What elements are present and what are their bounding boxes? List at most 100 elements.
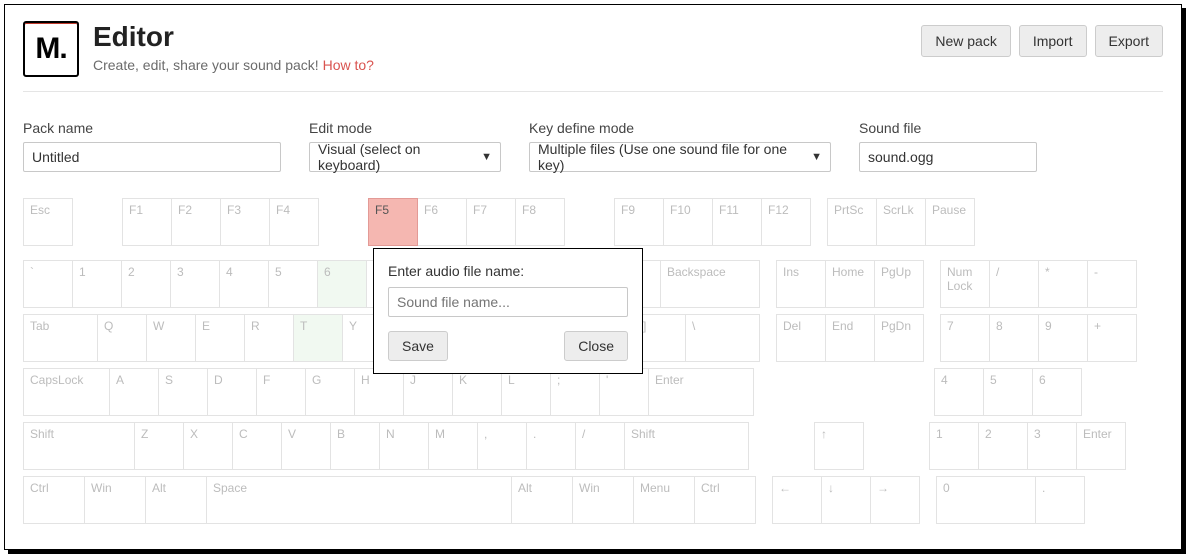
- key-comma[interactable]: ,: [477, 422, 527, 470]
- key-num3[interactable]: 3: [1027, 422, 1077, 470]
- key-num7[interactable]: 7: [940, 314, 990, 362]
- key-f[interactable]: F: [256, 368, 306, 416]
- new-pack-button[interactable]: New pack: [921, 25, 1010, 57]
- key-lshift[interactable]: Shift: [23, 422, 135, 470]
- key-rwin[interactable]: Win: [572, 476, 634, 524]
- key-v[interactable]: V: [281, 422, 331, 470]
- key-n[interactable]: N: [379, 422, 429, 470]
- key-m[interactable]: M: [428, 422, 478, 470]
- key-f6[interactable]: F6: [417, 198, 467, 246]
- key-4[interactable]: 4: [219, 260, 269, 308]
- key-lctrl[interactable]: Ctrl: [23, 476, 85, 524]
- key-lwin[interactable]: Win: [84, 476, 146, 524]
- key-a[interactable]: A: [109, 368, 159, 416]
- key-numlock[interactable]: Num Lock: [940, 260, 990, 308]
- key-ralt[interactable]: Alt: [511, 476, 573, 524]
- key-q[interactable]: Q: [97, 314, 147, 362]
- key-left[interactable]: ←: [772, 476, 822, 524]
- key-6[interactable]: 6: [317, 260, 367, 308]
- key-f7[interactable]: F7: [466, 198, 516, 246]
- key-h[interactable]: H: [354, 368, 404, 416]
- key-num8[interactable]: 8: [989, 314, 1039, 362]
- save-button[interactable]: Save: [388, 331, 448, 361]
- key-g[interactable]: G: [305, 368, 355, 416]
- key-del[interactable]: Del: [776, 314, 826, 362]
- key-num9[interactable]: 9: [1038, 314, 1088, 362]
- key-5[interactable]: 5: [268, 260, 318, 308]
- key-prtsc[interactable]: PrtSc: [827, 198, 877, 246]
- key-f11[interactable]: F11: [712, 198, 762, 246]
- key-apostrophe[interactable]: ': [599, 368, 649, 416]
- key-numenter[interactable]: Enter: [1076, 422, 1126, 470]
- key-pause[interactable]: Pause: [925, 198, 975, 246]
- key-k[interactable]: K: [452, 368, 502, 416]
- key-f10[interactable]: F10: [663, 198, 713, 246]
- key-f4[interactable]: F4: [269, 198, 319, 246]
- key-f1[interactable]: F1: [122, 198, 172, 246]
- key-s[interactable]: S: [158, 368, 208, 416]
- key-w[interactable]: W: [146, 314, 196, 362]
- key-enter[interactable]: Enter: [648, 368, 754, 416]
- key-f12[interactable]: F12: [761, 198, 811, 246]
- key-f9[interactable]: F9: [614, 198, 664, 246]
- export-button[interactable]: Export: [1095, 25, 1163, 57]
- key-j[interactable]: J: [403, 368, 453, 416]
- key-f5[interactable]: F5: [368, 198, 418, 246]
- key-semicolon[interactable]: ;: [550, 368, 600, 416]
- key-numsub[interactable]: -: [1087, 260, 1137, 308]
- key-b[interactable]: B: [330, 422, 380, 470]
- key-f3[interactable]: F3: [220, 198, 270, 246]
- pack-name-input[interactable]: [23, 142, 281, 172]
- key-up[interactable]: ↑: [814, 422, 864, 470]
- key-rctrl[interactable]: Ctrl: [694, 476, 756, 524]
- key-space[interactable]: Space: [206, 476, 512, 524]
- key-esc[interactable]: Esc: [23, 198, 73, 246]
- sound-file-input[interactable]: [859, 142, 1037, 172]
- key-f8[interactable]: F8: [515, 198, 565, 246]
- key-backspace[interactable]: Backspace: [660, 260, 760, 308]
- key-numadd[interactable]: +: [1087, 314, 1137, 362]
- key-2[interactable]: 2: [121, 260, 171, 308]
- key-capslock[interactable]: CapsLock: [23, 368, 110, 416]
- key-1[interactable]: 1: [72, 260, 122, 308]
- import-button[interactable]: Import: [1019, 25, 1087, 57]
- key-numdot[interactable]: .: [1035, 476, 1085, 524]
- key-d[interactable]: D: [207, 368, 257, 416]
- edit-mode-select[interactable]: Visual (select on keyboard) ▼: [309, 142, 501, 172]
- key-down[interactable]: ↓: [821, 476, 871, 524]
- key-ins[interactable]: Ins: [776, 260, 826, 308]
- key-backslash[interactable]: \: [685, 314, 760, 362]
- key-right[interactable]: →: [870, 476, 920, 524]
- key-num0[interactable]: 0: [936, 476, 1036, 524]
- key-numdiv[interactable]: /: [989, 260, 1039, 308]
- key-l[interactable]: L: [501, 368, 551, 416]
- key-lalt[interactable]: Alt: [145, 476, 207, 524]
- key-e[interactable]: E: [195, 314, 245, 362]
- key-c[interactable]: C: [232, 422, 282, 470]
- key-slash[interactable]: /: [575, 422, 625, 470]
- key-menu[interactable]: Menu: [633, 476, 695, 524]
- key-3[interactable]: 3: [170, 260, 220, 308]
- key-num5[interactable]: 5: [983, 368, 1033, 416]
- key-rbracket[interactable]: ]: [636, 314, 686, 362]
- key-end[interactable]: End: [825, 314, 875, 362]
- key-backtick[interactable]: `: [23, 260, 73, 308]
- key-nummul[interactable]: *: [1038, 260, 1088, 308]
- key-period[interactable]: .: [526, 422, 576, 470]
- key-num6[interactable]: 6: [1032, 368, 1082, 416]
- how-to-link[interactable]: How to?: [323, 57, 374, 73]
- key-tab[interactable]: Tab: [23, 314, 98, 362]
- key-t[interactable]: T: [293, 314, 343, 362]
- key-scrlk[interactable]: ScrLk: [876, 198, 926, 246]
- key-num4[interactable]: 4: [934, 368, 984, 416]
- key-pgdn[interactable]: PgDn: [874, 314, 924, 362]
- filename-input[interactable]: [388, 287, 628, 317]
- key-home[interactable]: Home: [825, 260, 875, 308]
- key-r[interactable]: R: [244, 314, 294, 362]
- key-num1[interactable]: 1: [929, 422, 979, 470]
- key-x[interactable]: X: [183, 422, 233, 470]
- key-f2[interactable]: F2: [171, 198, 221, 246]
- key-pgup[interactable]: PgUp: [874, 260, 924, 308]
- key-rshift[interactable]: Shift: [624, 422, 749, 470]
- key-z[interactable]: Z: [134, 422, 184, 470]
